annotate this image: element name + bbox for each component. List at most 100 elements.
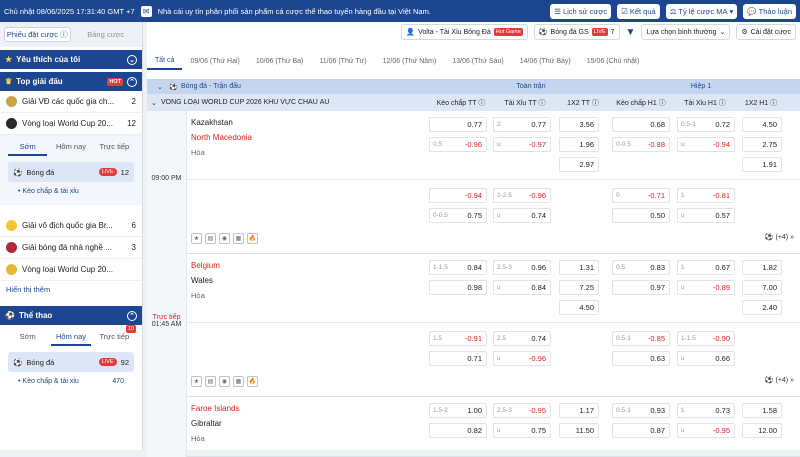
odds-button[interactable]: 0 -0.71	[612, 188, 670, 203]
team-draw[interactable]: Hòa	[191, 145, 252, 160]
lineup-icon[interactable]: ▦	[233, 376, 244, 387]
sports-header[interactable]: ⚽ Thể thao ⌃	[0, 306, 142, 325]
favorites-header[interactable]: ★ Yêu thích của tôi ⌄	[0, 50, 142, 69]
odds-button[interactable]: 2.40	[742, 300, 782, 315]
odds-button[interactable]: u -0.95	[677, 423, 735, 438]
sport-tab-early[interactable]: Sớm	[8, 329, 47, 346]
odds-button[interactable]: u 0.84	[493, 280, 551, 295]
odds-button[interactable]: u 0.74	[493, 208, 551, 223]
collapse-icon[interactable]: ⌄	[157, 83, 169, 91]
odds-button[interactable]: u -0.96	[493, 351, 551, 366]
odds-button[interactable]: 1 -0.81	[677, 188, 735, 203]
odds-button[interactable]: 7.25	[559, 280, 599, 295]
odds-button[interactable]: 4.50	[559, 300, 599, 315]
subtab-today[interactable]: Hôm nay	[51, 139, 90, 156]
tab-bet-board[interactable]: Bảng cược	[74, 27, 139, 42]
fire-icon[interactable]: 🔥	[247, 233, 258, 244]
odds-type-button[interactable]: ⚖ Tỷ lệ cược MA ▾	[665, 3, 738, 19]
odds-button[interactable]: 1.82	[742, 260, 782, 275]
show-more-link[interactable]: Hiển thị thêm	[0, 281, 142, 298]
league-item[interactable]: Vòng loại World Cup 20... 12	[0, 113, 142, 135]
odds-button[interactable]: 0.5-1 -0.85	[612, 331, 670, 346]
star-icon[interactable]: ★	[191, 376, 202, 387]
date-tab[interactable]: 15/06 (Chủ nhật)	[579, 52, 648, 70]
odds-button[interactable]: 0.82	[429, 423, 487, 438]
odds-button[interactable]: 0.97	[612, 280, 670, 295]
team-draw[interactable]: Hòa	[191, 431, 239, 446]
team-away[interactable]: North Macedonia	[191, 130, 252, 145]
odds-button[interactable]: 4.50	[742, 117, 782, 132]
team-home[interactable]: Faroe Islands	[191, 401, 239, 416]
odds-button[interactable]: 0.50	[612, 208, 670, 223]
live-tv-icon[interactable]: ◉	[219, 376, 230, 387]
odds-button[interactable]: u 0.66	[677, 351, 735, 366]
odds-button[interactable]: 0.98	[429, 280, 487, 295]
live-tv-icon[interactable]: ◉	[219, 233, 230, 244]
league-item[interactable]: Giải VĐ các quốc gia ch... 2	[0, 91, 142, 113]
discussion-button[interactable]: 💬 Thảo luận	[743, 3, 796, 19]
odds-button[interactable]: u -0.97	[493, 137, 551, 152]
star-icon[interactable]: ★	[191, 233, 202, 244]
odds-button[interactable]: 1.17	[559, 403, 599, 418]
odds-button[interactable]: u 0.57	[677, 208, 735, 223]
odds-button[interactable]: 1.96	[559, 137, 599, 152]
odds-button[interactable]: 1.5 -0.91	[429, 331, 487, 346]
odds-button[interactable]: 1-1.5 0.84	[429, 260, 487, 275]
odds-button[interactable]: 1 0.73	[677, 403, 735, 418]
date-tab[interactable]: 13/06 (Thứ Sáu)	[444, 52, 511, 70]
odds-button[interactable]: 1 0.67	[677, 260, 735, 275]
odds-button[interactable]: 0-0.5 -0.88	[612, 137, 670, 152]
odds-button[interactable]: 11.50	[559, 423, 599, 438]
odds-button[interactable]: 12.00	[742, 423, 782, 438]
odds-button[interactable]: 0.68	[612, 117, 670, 132]
odds-button[interactable]: u -0.94	[677, 137, 735, 152]
tab-bet-slip[interactable]: Phiếu đặt cược ⓘ	[4, 27, 71, 42]
odds-button[interactable]: 1.58	[742, 403, 782, 418]
fire-icon[interactable]: 🔥	[247, 376, 258, 387]
sort-select[interactable]: Lựa chọn bình thường ⌄	[641, 24, 731, 40]
odds-button[interactable]: 3.56	[559, 117, 599, 132]
odds-button[interactable]: 1.91	[742, 157, 782, 172]
team-away[interactable]: Wales	[191, 273, 220, 288]
bet-history-button[interactable]: ☰ Lịch sử cược	[550, 3, 612, 19]
odds-button[interactable]: 0.87	[612, 423, 670, 438]
league-item[interactable]: Vòng loại World Cup 20...	[0, 259, 142, 281]
more-markets-button[interactable]: ⚽ (+4) »	[765, 376, 794, 384]
odds-button[interactable]: 2.75	[742, 137, 782, 152]
league-item[interactable]: Giải vô địch quốc gia Br... 6	[0, 215, 142, 237]
odds-button[interactable]: 0.71	[429, 351, 487, 366]
stats-icon[interactable]: ▤	[205, 376, 216, 387]
results-button[interactable]: ☑ Kết quả	[617, 3, 660, 19]
odds-button[interactable]: 0.63	[612, 351, 670, 366]
date-tab[interactable]: 11/06 (Thứ Tư)	[311, 52, 374, 70]
odds-button[interactable]: u 0.75	[493, 423, 551, 438]
odds-button[interactable]: 2.97	[559, 157, 599, 172]
bet-settings-button[interactable]: ⚙ Cài đặt cược	[736, 24, 796, 40]
gs-soccer-button[interactable]: ⚽ Bóng đá GS LIVE 7	[533, 24, 620, 40]
handicap-ou-link[interactable]: • Kèo chấp & tài xỉu	[0, 184, 142, 199]
odds-button[interactable]: 0.5-1 0.93	[612, 403, 670, 418]
odds-button[interactable]: 0.5-1 0.72	[677, 117, 735, 132]
odds-button[interactable]: 0.77	[429, 117, 487, 132]
odds-button[interactable]: 2 0.77	[493, 117, 551, 132]
date-tab[interactable]: 14/06 (Thứ Bảy)	[512, 52, 579, 70]
odds-button[interactable]: 7.00	[742, 280, 782, 295]
odds-button[interactable]: 1.31	[559, 260, 599, 275]
odds-button[interactable]: 2.5 0.74	[493, 331, 551, 346]
subtab-early[interactable]: Sớm	[8, 139, 48, 156]
subtab-live[interactable]: Trực tiếp	[95, 139, 134, 156]
date-tab[interactable]: 12/06 (Thứ Năm)	[375, 52, 445, 70]
top-leagues-header[interactable]: ♛ Top giải đấu HOT ⌃	[0, 72, 142, 91]
sport-tab-today[interactable]: Hôm nay	[51, 329, 91, 346]
more-markets-button[interactable]: ⚽ (+4) »	[765, 233, 794, 241]
sport-soccer-today-row[interactable]: ⚽ Bóng đá LIVE 92	[8, 352, 134, 372]
odds-button[interactable]: u -0.89	[677, 280, 735, 295]
odds-button[interactable]: 2-2.5 -0.96	[493, 188, 551, 203]
handicap-ou-link-2[interactable]: • Kèo chấp & tài xỉu 470	[0, 374, 142, 389]
stats-icon[interactable]: ▤	[205, 233, 216, 244]
odds-button[interactable]: 0-0.5 0.75	[429, 208, 487, 223]
lineup-icon[interactable]: ▦	[233, 233, 244, 244]
odds-button[interactable]: 0.5 -0.96	[429, 137, 487, 152]
date-tab[interactable]: 09/06 (Thứ Hai)	[182, 52, 247, 70]
odds-button[interactable]: 2.5-3 -0.95	[493, 403, 551, 418]
